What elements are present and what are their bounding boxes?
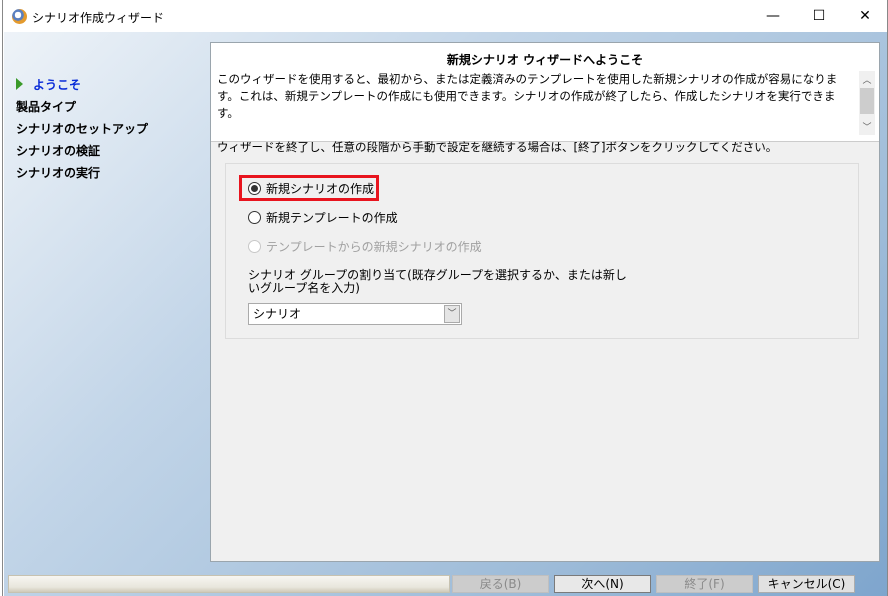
scroll-up-icon[interactable]: ︿ [859, 73, 875, 86]
step-scenario-verify: シナリオの検証 [16, 144, 101, 158]
back-button[interactable]: 戻る(B) [452, 575, 549, 593]
group-assign-label: シナリオ グループの割り当て(既存グループを選択するか、または新しいグループ名を… [248, 268, 627, 295]
maximize-button[interactable]: ☐ [796, 0, 842, 32]
scenario-group-combo[interactable]: シナリオ ﹀ [248, 303, 462, 325]
step-scenario-run: シナリオの実行 [16, 166, 101, 180]
wizard-window: シナリオ作成ウィザード — ☐ ✕ ようこそ 製品タイプ シナリオのセットアップ… [2, 0, 888, 596]
welcome-header: 新規シナリオ ウィザードへようこそ このウィザードを使用すると、最初から、または… [211, 43, 879, 154]
close-button[interactable]: ✕ [842, 0, 888, 32]
description-text: このウィザードを使用すると、最初から、または定義済みのテンプレートを使用した新規… [217, 72, 838, 154]
step-list: ようこそ 製品タイプ シナリオのセットアップ シナリオの検証 シナリオの実行 [16, 74, 148, 184]
cancel-button[interactable]: キャンセル(C) [758, 575, 855, 593]
options-group: 新規シナリオの作成 新規テンプレートの作成 テンプレートからの新規シナリオの作成… [225, 163, 859, 339]
description-scrollbar[interactable]: ︿ ﹀ [859, 71, 875, 135]
next-button[interactable]: 次へ(N) [554, 575, 651, 593]
step-welcome: ようこそ [16, 74, 148, 96]
status-bar [8, 575, 450, 593]
minimize-button[interactable]: — [750, 0, 796, 32]
scroll-down-icon[interactable]: ﹀ [859, 120, 875, 133]
chevron-down-icon[interactable]: ﹀ [444, 305, 460, 323]
page-title: 新規シナリオ ウィザードへようこそ [446, 53, 644, 67]
step-scenario-setup: シナリオのセットアップ [16, 122, 149, 136]
radio-new-template[interactable]: 新規テンプレートの作成 [248, 209, 398, 226]
app-icon [12, 9, 27, 24]
radio-new-scenario[interactable]: 新規シナリオの作成 [248, 180, 374, 197]
window-title: シナリオ作成ウィザード [32, 11, 165, 25]
step-product-type: 製品タイプ [16, 100, 77, 114]
radio-scenario-from-template: テンプレートからの新規シナリオの作成 [248, 238, 482, 255]
current-step-arrow-icon [16, 78, 23, 90]
content-panel: 新規シナリオ ウィザードへようこそ このウィザードを使用すると、最初から、または… [210, 42, 880, 562]
title-bar: シナリオ作成ウィザード — ☐ ✕ [3, 0, 887, 32]
finish-button[interactable]: 終了(F) [656, 575, 753, 593]
wizard-body: ようこそ 製品タイプ シナリオのセットアップ シナリオの検証 シナリオの実行 新… [4, 32, 887, 596]
